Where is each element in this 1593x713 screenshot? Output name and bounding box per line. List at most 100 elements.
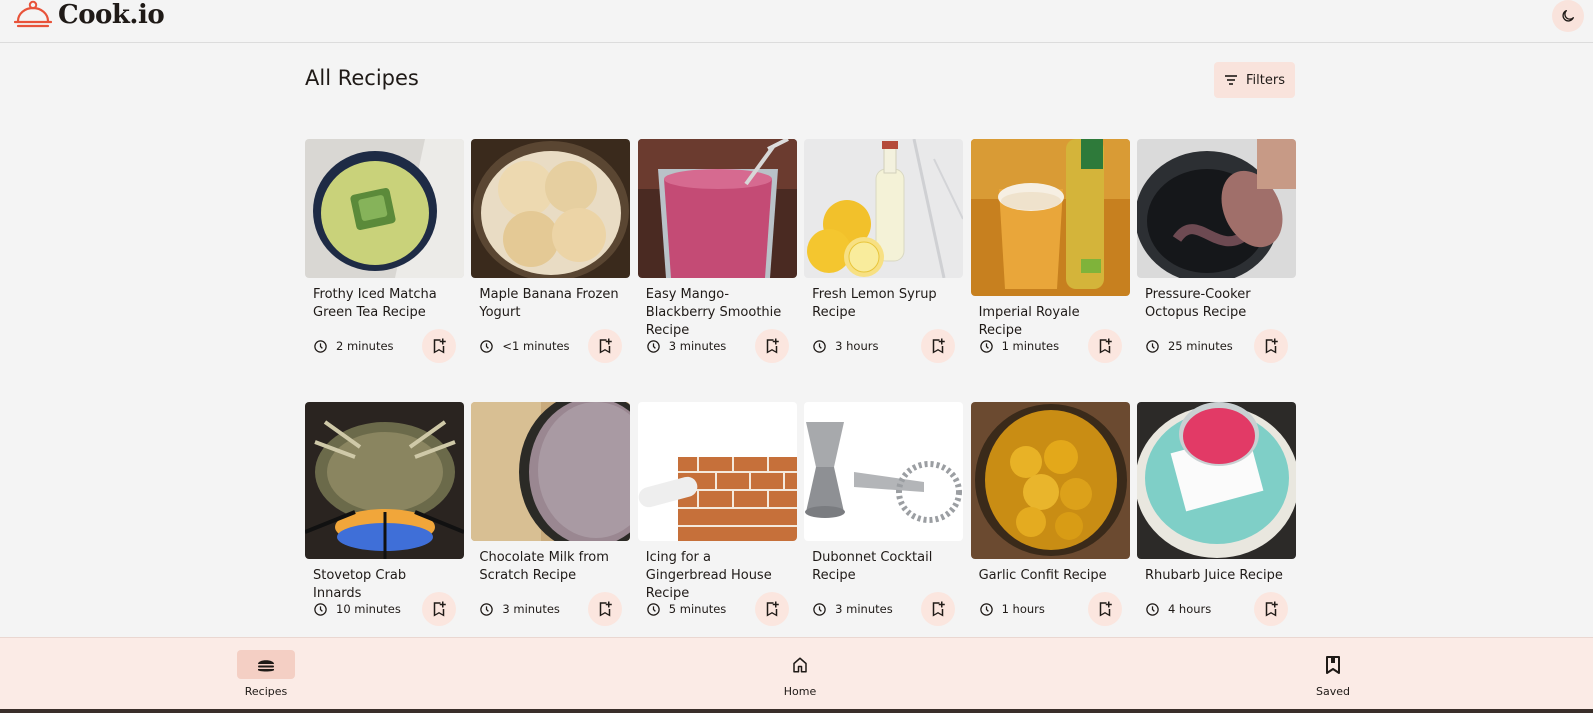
cook-time-label: 3 hours [835,339,879,353]
moon-icon [1562,10,1574,22]
bookmark-add-icon [1099,338,1112,354]
recipe-image [804,402,964,541]
filter-icon [1225,75,1238,85]
recipe-title[interactable]: Frothy Iced Matcha Green Tea Recipe [313,286,456,322]
cook-time: 5 minutes [646,602,726,617]
recipe-title[interactable]: Icing for a Gingerbread House Recipe [646,549,789,601]
nav-item-home[interactable]: Home [750,650,850,698]
save-recipe-button[interactable] [1253,592,1288,626]
nav-item-saved[interactable]: Saved [1283,650,1383,698]
recipe-card[interactable]: Pressure-Cooker Octopus Recipe 25 minute… [1136,139,1296,402]
recipe-card[interactable]: Maple Banana Frozen Yogurt <1 minutes [471,139,631,402]
bookmark-add-icon [600,338,613,354]
clock-icon [979,339,993,353]
recipe-image [305,139,464,278]
bookmark-add-icon [766,338,779,354]
clock-icon [480,339,494,353]
clock-icon [1146,602,1159,616]
clock-icon [979,602,993,616]
recipe-card[interactable]: Rhubarb Juice Recipe 4 hours [1136,402,1296,665]
save-recipe-button[interactable] [754,592,789,626]
cook-time-label: 3 minutes [668,339,727,353]
bookmark-add-icon [1099,601,1112,617]
cook-time: 4 hours [1145,602,1211,617]
cook-time: 25 minutes [1145,339,1233,354]
recipe-card[interactable]: Stovetop Crab Innards 10 minutes [305,402,464,665]
recipe-title[interactable]: Chocolate Milk from Scratch Recipe [479,549,622,585]
cook-time: <1 minutes [479,339,570,354]
recipe-image [1136,402,1296,559]
bookmark-add-icon [932,338,945,354]
recipe-card[interactable]: Chocolate Milk from Scratch Recipe 3 min… [471,402,631,665]
clock-icon [1146,339,1159,353]
recipe-title[interactable]: Maple Banana Frozen Yogurt [479,286,622,322]
cook-time: 3 minutes [646,339,727,354]
cook-time-label: 1 hours [1001,602,1045,616]
cook-time-label: 1 minutes [1001,339,1060,353]
save-recipe-button[interactable] [588,329,623,363]
clock-icon [647,339,660,353]
cook-time-label: 3 minutes [502,602,560,616]
recipe-card[interactable]: Icing for a Gingerbread House Recipe 5 m… [637,402,797,665]
recipe-card[interactable]: Easy Mango-Blackberry Smoothie Recipe 3 … [637,139,797,402]
save-recipe-button[interactable] [588,592,623,626]
recipe-card[interactable]: Dubonnet Cocktail Recipe 3 minutes [804,402,964,665]
bookmark-add-icon [766,601,779,617]
cook-time-label: <1 minutes [502,339,570,353]
recipe-card[interactable]: Fresh Lemon Syrup Recipe 3 hours [804,139,964,402]
filters-button[interactable]: Filters [1214,62,1295,98]
save-recipe-button[interactable] [422,592,456,626]
recipe-image [305,402,464,559]
cook-time-label: 10 minutes [336,602,401,616]
nav-label-recipes: Recipes [244,685,288,698]
recipe-image [804,139,964,278]
recipe-image [970,402,1130,559]
cook-time: 3 minutes [812,602,893,617]
clock-icon [647,602,660,616]
save-recipe-button[interactable] [1087,329,1122,363]
bottom-nav: Recipes Home Saved [0,637,1593,711]
bookmark-add-icon [1265,338,1278,354]
cook-time-label: 4 hours [1167,602,1212,616]
bookmark-add-icon [600,601,613,617]
clock-icon [314,339,327,353]
bookmark-add-icon [1265,601,1278,617]
theme-toggle-button[interactable] [1552,0,1584,32]
nav-label-saved: Saved [1316,685,1350,698]
recipe-image [1136,139,1296,278]
cook-time-label: 25 minutes [1167,339,1233,353]
logo[interactable]: Cook.io [14,0,165,30]
save-recipe-button[interactable] [422,329,456,363]
recipe-image [637,402,797,541]
filters-label: Filters [1246,72,1285,88]
clock-icon [813,602,826,616]
recipe-card[interactable]: Imperial Royale Recipe 1 minutes [970,139,1130,402]
nav-label-home: Home [783,685,817,698]
recipe-title[interactable]: Easy Mango-Blackberry Smoothie Recipe [646,286,789,338]
clock-icon [314,602,327,616]
recipe-title[interactable]: Dubonnet Cocktail Recipe [812,549,955,585]
recipe-title[interactable]: Pressure-Cooker Octopus Recipe [1145,286,1288,322]
cook-time: 1 minutes [979,339,1060,354]
app-name: Cook.io [58,0,165,30]
cook-time: 3 minutes [479,602,560,617]
cloche-icon [14,0,52,28]
top-bar: Cook.io [0,0,1593,43]
save-recipe-button[interactable] [921,329,956,363]
cook-time: 3 hours [812,339,878,354]
recipe-card[interactable]: Frothy Iced Matcha Green Tea Recipe 2 mi… [305,139,464,402]
burger-icon [258,659,274,671]
recipe-title[interactable]: Fresh Lemon Syrup Recipe [812,286,955,322]
save-recipe-button[interactable] [921,592,956,626]
bookmark-add-icon [433,338,446,354]
recipe-image [637,139,797,278]
save-recipe-button[interactable] [1087,592,1122,626]
clock-icon [480,602,494,616]
recipe-image [471,402,631,541]
bookmark-icon [1326,655,1340,674]
save-recipe-button[interactable] [754,329,789,363]
recipe-image [970,139,1130,296]
nav-item-recipes[interactable]: Recipes [216,650,316,698]
save-recipe-button[interactable] [1253,329,1288,363]
recipe-card[interactable]: Garlic Confit Recipe 1 hours [970,402,1130,665]
